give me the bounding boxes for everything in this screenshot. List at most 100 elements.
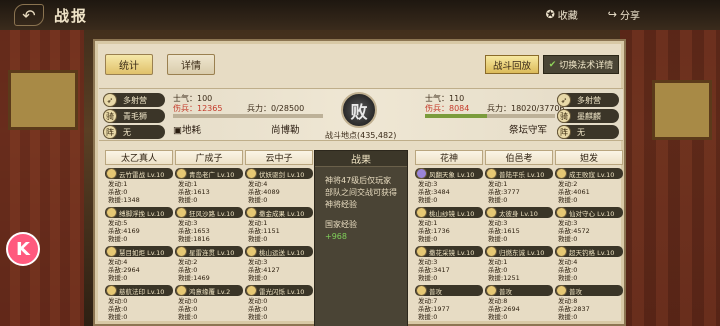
stat-line: 发动:7 — [418, 297, 438, 305]
skill-icon — [176, 246, 187, 257]
skill-row[interactable]: 成王败寇 Lv.10 — [555, 168, 623, 179]
skill-label: 撒金成果 Lv.10 — [259, 209, 305, 218]
skill-stats: 发动:1 杀敌:1151 救援:0 — [245, 219, 313, 243]
tab-details[interactable]: 详情 — [167, 54, 215, 75]
general-name[interactable]: 妲发 — [555, 150, 623, 165]
stat-line: 救援:1251 — [488, 274, 520, 282]
floating-assistant-icon[interactable]: K — [6, 232, 40, 266]
skill-icon — [176, 285, 187, 296]
skill-label: 缚脚浮挽 Lv.10 — [119, 209, 165, 218]
skill-row[interactable]: 超天钓格 Lv.10 — [555, 246, 623, 257]
general-name[interactable]: 花神 — [415, 150, 483, 165]
left-formation-1: ➶ 多射营 — [103, 93, 165, 107]
skill-label: 普攻 — [499, 287, 512, 296]
skill-row[interactable]: 狂风沙路 Lv.10 — [175, 207, 243, 218]
skill-stats: 发动:1 杀敌:0 救援:1348 — [105, 180, 173, 204]
back-arrow-icon[interactable]: ↶ — [14, 4, 44, 26]
skill-label: 普攻 — [429, 287, 442, 296]
skill-row[interactable]: 撒花采镜 Lv.10 — [415, 246, 483, 257]
general-column: 云中子 伏妖驱剑 Lv.10 发动:4 杀敌:4089 救援:0 撒金成果 Lv.10 发动… — [245, 150, 313, 326]
general-name[interactable]: 云中子 — [245, 150, 313, 165]
stat-line: 救援:0 — [558, 313, 578, 321]
stat-line: 救援:0 — [488, 235, 508, 243]
right-troops: 兵力：18020/37706 — [487, 104, 565, 113]
skill-icon — [416, 285, 427, 296]
stat-line: 杀敌:0 — [248, 305, 268, 313]
skill-row[interactable]: 归燃东诚 Lv.10 — [485, 246, 553, 257]
skill-stats: 发动:4 杀敌:0 救援:0 — [555, 258, 623, 282]
formation-icon: 阵 — [103, 125, 117, 139]
skill-label: 伏妖驱剑 Lv.10 — [259, 170, 305, 179]
skill-stats: 发动:1 杀敌:1736 救援:0 — [415, 219, 483, 243]
skill-stats: 发动:3 杀敌:4127 救援:0 — [245, 258, 313, 282]
skill-stats: 发动:3 杀敌:3484 救援:0 — [415, 180, 483, 204]
stat-line: 发动:3 — [248, 258, 268, 266]
stat-line: 发动:2 — [558, 180, 578, 188]
skill-stats: 发动:0 杀敌:0 救援:0 — [245, 297, 313, 321]
share-button[interactable]: ↪ 分享 — [608, 7, 640, 22]
stat-line: 发动:8 — [488, 297, 508, 305]
general-name[interactable]: 太乙真人 — [105, 150, 173, 165]
mount-icon: 骑 — [557, 109, 571, 123]
stat-line: 杀敌:0 — [108, 305, 128, 313]
collect-button[interactable]: ✪ 收藏 — [546, 7, 578, 22]
skill-stats: 发动:1 杀敌:1613 救援:0 — [175, 180, 243, 204]
skill-row[interactable]: 云竹雷战 Lv.10 — [105, 168, 173, 179]
stat-line: 救援:0 — [178, 313, 198, 321]
skill-row[interactable]: 太彼身 Lv.10 — [485, 207, 553, 218]
stat-line: 救援:0 — [108, 274, 128, 282]
skill-row[interactable]: 缚脚浮挽 Lv.10 — [105, 207, 173, 218]
right-formation-2: 骑墨麒麟 — [557, 109, 619, 123]
skill-row[interactable]: 慧目如炬 Lv.10 — [105, 246, 173, 257]
share-icon: ↪ — [607, 8, 617, 21]
skill-row[interactable]: 普攻 — [555, 285, 623, 296]
stat-line: 发动:4 — [108, 258, 128, 266]
skill-row[interactable]: 慈航法印 Lv.10 — [105, 285, 173, 296]
page-title: 战报 — [54, 6, 89, 25]
skill-row[interactable]: 雷光闪烁 Lv.10 — [245, 285, 313, 296]
stat-line: 杀敌:4169 — [108, 227, 140, 235]
skill-label: 风翻天象 Lv.10 — [429, 170, 475, 179]
tab-stats[interactable]: 统计 — [105, 54, 153, 75]
skill-row[interactable]: 普陆平乐 Lv.10 — [485, 168, 553, 179]
collect-label: 收藏 — [557, 11, 578, 22]
stat-line: 救援:0 — [488, 313, 508, 321]
skill-row[interactable]: 桃山运送 Lv.10 — [245, 246, 313, 257]
stat-line: 杀敌:4061 — [558, 188, 590, 196]
skill-row[interactable]: 桃山纱镜 Lv.10 — [415, 207, 483, 218]
skill-icon — [486, 168, 497, 179]
skill-stats: 发动:1 杀敌:3777 救援:0 — [485, 180, 553, 204]
replay-button[interactable]: 战斗回放 — [485, 55, 539, 74]
skill-row[interactable]: 撒金成果 Lv.10 — [245, 207, 313, 218]
stat-line: 发动:0 — [178, 297, 198, 305]
skill-row[interactable]: 鸿意缘覆 Lv.2 — [175, 285, 243, 296]
switch-spell-details-button[interactable]: ✔ 切换法术详情 — [543, 55, 619, 74]
skill-row[interactable]: 仙对守心 Lv.10 — [555, 207, 623, 218]
general-column: 伯邑考普陆平乐 Lv.10 发动:1 杀敌:3777 救援:0 太彼身 Lv.10 发动:… — [485, 150, 553, 326]
stat-line: 救援:0 — [558, 196, 578, 204]
skill-row[interactable]: 伏妖驱剑 Lv.10 — [245, 168, 313, 179]
skill-row[interactable]: 普攻 — [485, 285, 553, 296]
skill-row[interactable]: 普攻 — [415, 285, 483, 296]
general-name[interactable]: 伯邑考 — [485, 150, 553, 165]
left-formation-3: 阵无 — [103, 125, 165, 139]
battle-summary: ➶ 多射营 骑青毛狮 阵无 士气：100 伤兵：12365 兵力：0/28500 … — [99, 88, 623, 141]
stat-line: 发动:1 — [108, 180, 128, 188]
stat-line: 杀敌:4572 — [558, 227, 590, 235]
left-formation-2: 骑青毛狮 — [103, 109, 165, 123]
skill-label: 青岛老广 Lv.10 — [189, 170, 235, 179]
stat-line: 发动:1 — [418, 219, 438, 227]
stat-line: 杀敌:1151 — [248, 227, 280, 235]
stat-line: 发动:4 — [558, 258, 578, 266]
skill-row[interactable]: 青岛老广 Lv.10 — [175, 168, 243, 179]
stat-line: 救援:0 — [108, 313, 128, 321]
skill-stats: 发动:7 杀敌:1977 救援:0 — [415, 297, 483, 321]
top-bar: ↶ 战报 ✪ 收藏 ↪ 分享 — [0, 0, 720, 30]
skill-row[interactable]: 风翻天象 Lv.10 — [415, 168, 483, 179]
right-formation-3: 阵无 — [557, 125, 619, 139]
skill-row[interactable]: 星雷连贯 Lv.10 — [175, 246, 243, 257]
stat-line: 杀敌:0 — [178, 266, 198, 274]
general-name[interactable]: 广成子 — [175, 150, 243, 165]
stat-line: 杀敌:2964 — [108, 266, 140, 274]
stat-line: 救援:0 — [418, 274, 438, 282]
